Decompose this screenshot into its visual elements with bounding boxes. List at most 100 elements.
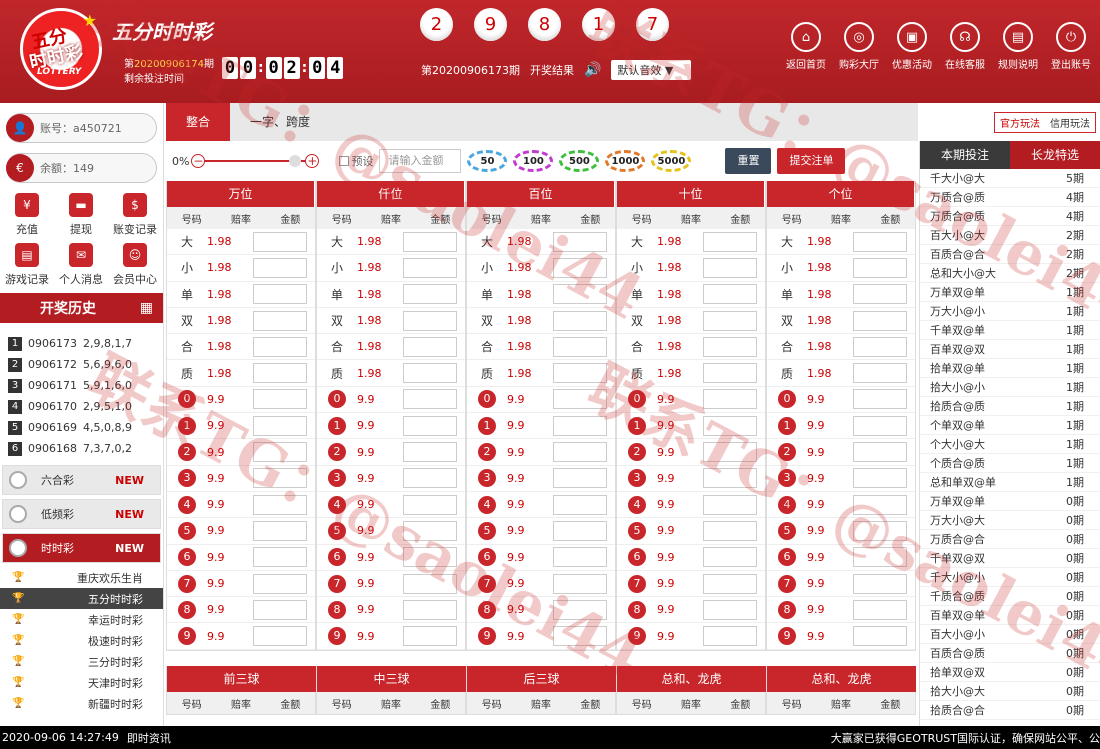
nav-promotions[interactable]: ▣ 优惠活动 — [888, 22, 936, 71]
bet-amount-input[interactable] — [853, 231, 907, 252]
nav-logout[interactable]: ⏻ 登出账号 — [1047, 22, 1095, 71]
bet-amount-input[interactable] — [553, 468, 607, 489]
bet-amount-input[interactable] — [703, 573, 757, 594]
bet-amount-input[interactable] — [253, 336, 307, 357]
bet-amount-input[interactable] — [853, 257, 907, 278]
nav-lobby[interactable]: ◎ 购彩大厅 — [835, 22, 883, 71]
preset-checkbox[interactable]: 预设 — [339, 153, 373, 169]
bet-amount-input[interactable] — [553, 626, 607, 647]
bet-amount-input[interactable] — [403, 363, 457, 384]
bet-amount-input[interactable] — [853, 520, 907, 541]
mode-credit[interactable]: 信用玩法 — [1045, 113, 1095, 132]
subgame-item[interactable]: 🏆 重庆欢乐生肖 — [0, 567, 163, 588]
bet-amount-input[interactable] — [703, 494, 757, 515]
bet-amount-input[interactable] — [403, 547, 457, 568]
bet-amount-input[interactable] — [253, 626, 307, 647]
reset-button[interactable]: 重置 — [725, 148, 772, 174]
chip-5000[interactable]: 5000 — [651, 150, 692, 172]
nav-rules[interactable]: ▤ 规则说明 — [994, 22, 1042, 71]
tab-single-span[interactable]: 一字、跨度 — [230, 103, 330, 141]
bet-amount-input[interactable] — [703, 520, 757, 541]
tab-long-dragon[interactable]: 长龙特选 — [1010, 141, 1100, 169]
bet-amount-input[interactable] — [703, 257, 757, 278]
bet-amount-input[interactable] — [403, 284, 457, 305]
tab-current-bets[interactable]: 本期投注 — [920, 141, 1010, 169]
chip-1000[interactable]: 1000 — [605, 150, 646, 172]
chip-500[interactable]: 500 — [559, 150, 600, 172]
bet-amount-input[interactable] — [853, 284, 907, 305]
bet-amount-input[interactable] — [253, 494, 307, 515]
bet-amount-input[interactable] — [253, 573, 307, 594]
bet-amount-input[interactable] — [853, 415, 907, 436]
submit-bet-button[interactable]: 提交注单 — [777, 148, 846, 174]
bet-amount-input[interactable] — [853, 494, 907, 515]
bet-amount-input[interactable] — [853, 310, 907, 331]
nav-home[interactable]: ⌂ 返回首页 — [782, 22, 830, 71]
category-ssc[interactable]: 时时彩 NEW — [2, 533, 161, 563]
quick-deposit[interactable]: ¥ 充值 — [0, 193, 54, 243]
bet-amount-input[interactable] — [703, 599, 757, 620]
subgame-item[interactable]: 🏆 三分时时彩 — [0, 651, 163, 672]
bet-amount-input[interactable] — [403, 626, 457, 647]
bet-amount-input[interactable] — [253, 310, 307, 331]
bet-amount-input[interactable] — [403, 336, 457, 357]
bet-amount-input[interactable] — [553, 257, 607, 278]
bet-amount-input[interactable] — [253, 284, 307, 305]
bet-amount-input[interactable] — [253, 231, 307, 252]
mode-official[interactable]: 官方玩法 — [995, 113, 1045, 132]
bet-amount-input[interactable] — [403, 599, 457, 620]
subgame-item[interactable]: 🏆 极速时时彩 — [0, 630, 163, 651]
bet-amount-input[interactable] — [403, 257, 457, 278]
chip-100[interactable]: 100 — [513, 150, 554, 172]
subgame-item[interactable]: 🏆 天津时时彩 — [0, 672, 163, 693]
bet-amount-input[interactable] — [403, 520, 457, 541]
bet-amount-input[interactable] — [553, 547, 607, 568]
tab-combined[interactable]: 整合 — [166, 103, 231, 141]
quick-ledger[interactable]: $ 账变记录 — [108, 193, 162, 243]
chip-50[interactable]: 50 — [467, 150, 508, 172]
subgame-item[interactable]: 🏆 幸运时时彩 — [0, 609, 163, 630]
bet-amount-input[interactable] — [703, 468, 757, 489]
bet-amount-input[interactable] — [553, 520, 607, 541]
bet-amount-input[interactable] — [553, 494, 607, 515]
bet-amount-input[interactable] — [703, 547, 757, 568]
bet-amount-input[interactable] — [553, 310, 607, 331]
bet-amount-input[interactable] — [853, 389, 907, 410]
bet-amount-input[interactable] — [553, 231, 607, 252]
bet-amount-input[interactable] — [403, 415, 457, 436]
bet-amount-input[interactable] — [853, 468, 907, 489]
bet-amount-input[interactable] — [253, 599, 307, 620]
bet-amount-input[interactable] — [703, 336, 757, 357]
bet-amount-input[interactable] — [703, 626, 757, 647]
speaker-icon[interactable]: 🔊 — [584, 62, 601, 78]
bet-amount-input[interactable] — [253, 468, 307, 489]
bet-amount-input[interactable] — [703, 310, 757, 331]
minus-icon[interactable]: − — [191, 154, 206, 168]
bet-amount-input[interactable] — [553, 442, 607, 463]
bet-amount-input[interactable] — [853, 363, 907, 384]
bet-amount-input[interactable] — [403, 389, 457, 410]
subgame-item[interactable]: 🏆 新疆时时彩 — [0, 693, 163, 714]
category-lowfreq[interactable]: 低频彩 NEW — [2, 499, 161, 529]
bet-amount-input[interactable] — [703, 415, 757, 436]
bet-amount-input[interactable] — [703, 389, 757, 410]
bet-amount-input[interactable] — [253, 415, 307, 436]
sound-select[interactable]: 默认音效 ▼ — [611, 60, 692, 80]
nav-support[interactable]: ☊ 在线客服 — [941, 22, 989, 71]
bet-amount-input[interactable] — [853, 573, 907, 594]
category-marksix[interactable]: 六合彩 NEW — [2, 465, 161, 495]
bet-amount-input[interactable] — [403, 231, 457, 252]
bet-amount-input[interactable] — [253, 363, 307, 384]
bet-amount-input[interactable] — [703, 442, 757, 463]
bet-amount-input[interactable] — [253, 389, 307, 410]
amount-input[interactable]: 请输入金额 — [379, 149, 462, 173]
bet-amount-input[interactable] — [403, 494, 457, 515]
bet-amount-input[interactable] — [553, 599, 607, 620]
bet-amount-input[interactable] — [403, 468, 457, 489]
bet-amount-input[interactable] — [853, 442, 907, 463]
quick-withdraw[interactable]: ▬ 提现 — [54, 193, 108, 243]
bet-amount-input[interactable] — [703, 231, 757, 252]
quick-member-center[interactable]: ☺ 会员中心 — [108, 243, 162, 293]
bet-amount-input[interactable] — [853, 547, 907, 568]
lottery-logo[interactable]: ★ 五分 时时彩 LOTTERY — [20, 8, 102, 90]
